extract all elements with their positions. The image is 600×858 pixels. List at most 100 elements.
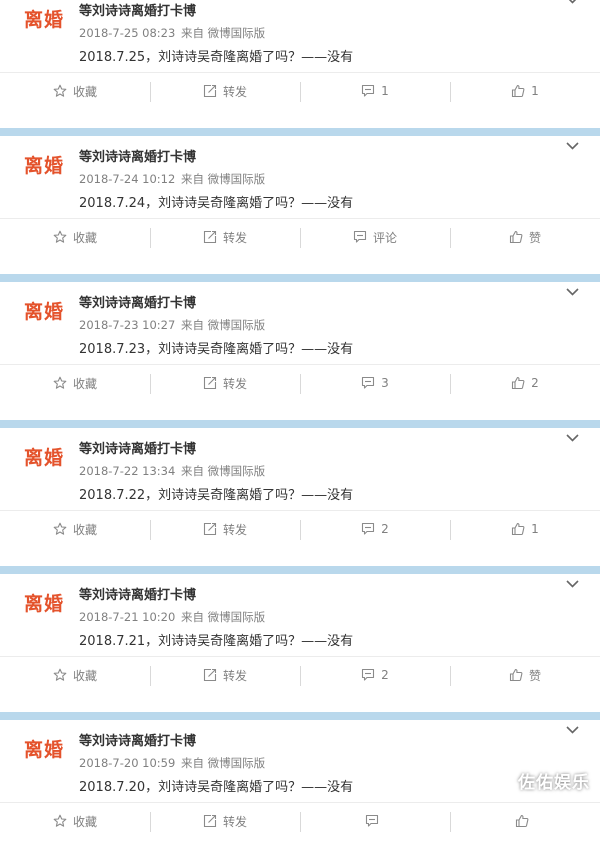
action-bar: 收藏 转发 2 赞: [0, 656, 600, 693]
favorite-button[interactable]: 收藏: [0, 365, 150, 401]
avatar[interactable]: 离婚: [19, 728, 69, 768]
share-icon: [203, 376, 217, 390]
avatar[interactable]: 离婚: [19, 0, 69, 38]
post-source: 来自 微博国际版: [180, 464, 266, 478]
post-time[interactable]: 2018-7-21 10:20: [79, 610, 175, 624]
star-icon: [53, 376, 67, 389]
comment-count: 2: [381, 668, 389, 682]
repost-button[interactable]: 转发: [150, 73, 300, 109]
post-card: 离婚 等刘诗诗离婚打卡博 2018-7-22 13:34 来自 微博国际版 20…: [0, 428, 600, 566]
repost-label: 转发: [222, 376, 247, 391]
post-card: 离婚 等刘诗诗离婚打卡博 2018-7-25 08:23 来自 微博国际版 20…: [0, 0, 600, 128]
post-text: 2018.7.22，刘诗诗吴奇隆离婚了吗？——没有: [79, 488, 354, 503]
favorite-label: 收藏: [72, 230, 97, 245]
chevron-down-icon[interactable]: [562, 576, 582, 592]
comment-button[interactable]: 2: [300, 511, 450, 547]
post-source: 来自 微博国际版: [180, 26, 266, 40]
chevron-down-icon[interactable]: [562, 722, 582, 738]
favorite-button[interactable]: 收藏: [0, 219, 150, 255]
action-bar: 收藏 转发: [0, 802, 600, 839]
comment-button[interactable]: 1: [300, 73, 450, 109]
post-time[interactable]: 2018-7-23 10:27: [79, 318, 175, 332]
post-card: 离婚 等刘诗诗离婚打卡博 2018-7-21 10:20 来自 微博国际版 20…: [0, 574, 600, 712]
post-text: 2018.7.23，刘诗诗吴奇隆离婚了吗？——没有: [79, 342, 354, 357]
favorite-label: 收藏: [72, 84, 97, 99]
share-icon: [203, 814, 217, 828]
watermark: 佐佑娱乐: [518, 773, 590, 793]
thumbs-up-icon: [512, 522, 525, 536]
chevron-down-icon[interactable]: [562, 0, 582, 8]
like-button[interactable]: 1: [450, 511, 600, 547]
username[interactable]: 等刘诗诗离婚打卡博: [79, 584, 196, 603]
like-button[interactable]: 1: [450, 73, 600, 109]
like-button[interactable]: 2: [450, 365, 600, 401]
comment-button[interactable]: 评论: [300, 219, 450, 255]
repost-label: 转发: [222, 814, 247, 829]
like-count: 2: [531, 376, 539, 390]
star-icon: [53, 668, 67, 681]
favorite-label: 收藏: [72, 522, 97, 537]
favorite-label: 收藏: [72, 814, 97, 829]
like-button[interactable]: [450, 803, 600, 839]
avatar[interactable]: 离婚: [19, 436, 69, 476]
favorite-button[interactable]: 收藏: [0, 73, 150, 109]
thumbs-up-icon: [515, 814, 529, 828]
comment-icon: [362, 668, 375, 681]
chevron-down-icon[interactable]: [562, 284, 582, 300]
action-bar: 收藏 转发 3 2: [0, 364, 600, 401]
chevron-down-icon[interactable]: [562, 138, 582, 154]
comment-icon: [365, 814, 379, 827]
repost-button[interactable]: 转发: [150, 511, 300, 547]
share-icon: [203, 522, 217, 536]
favorite-button[interactable]: 收藏: [0, 803, 150, 839]
like-count: 1: [531, 522, 539, 536]
post-time[interactable]: 2018-7-22 13:34: [79, 464, 175, 478]
favorite-button[interactable]: 收藏: [0, 657, 150, 693]
comment-icon: [353, 230, 367, 243]
share-icon: [203, 84, 217, 98]
post-meta: 2018-7-20 10:59 来自 微博国际版: [79, 755, 265, 771]
action-bar: 收藏 转发 1 1: [0, 72, 600, 109]
favorite-button[interactable]: 收藏: [0, 511, 150, 547]
post-meta: 2018-7-21 10:20 来自 微博国际版: [79, 609, 265, 625]
action-bar: 收藏 转发 2 1: [0, 510, 600, 547]
share-icon: [203, 668, 217, 682]
repost-button[interactable]: 转发: [150, 219, 300, 255]
post-time[interactable]: 2018-7-25 08:23: [79, 26, 175, 40]
avatar-text: 离婚: [23, 592, 64, 615]
star-icon: [53, 814, 67, 827]
username[interactable]: 等刘诗诗离婚打卡博: [79, 0, 196, 19]
comment-button[interactable]: 2: [300, 657, 450, 693]
avatar[interactable]: 离婚: [19, 582, 69, 622]
avatar-text: 离婚: [23, 446, 64, 469]
repost-button[interactable]: 转发: [150, 803, 300, 839]
username[interactable]: 等刘诗诗离婚打卡博: [79, 730, 196, 749]
repost-button[interactable]: 转发: [150, 657, 300, 693]
post-source: 来自 微博国际版: [180, 756, 266, 770]
post-time[interactable]: 2018-7-20 10:59: [79, 756, 175, 770]
post-time[interactable]: 2018-7-24 10:12: [79, 172, 175, 186]
post-text: 2018.7.24，刘诗诗吴奇隆离婚了吗？——没有: [79, 196, 354, 211]
username[interactable]: 等刘诗诗离婚打卡博: [79, 438, 196, 457]
avatar[interactable]: 离婚: [19, 290, 69, 330]
avatar[interactable]: 离婚: [19, 144, 69, 184]
username[interactable]: 等刘诗诗离婚打卡博: [79, 146, 196, 165]
repost-button[interactable]: 转发: [150, 365, 300, 401]
favorite-label: 收藏: [72, 376, 97, 391]
chevron-down-icon[interactable]: [562, 430, 582, 446]
like-button[interactable]: 赞: [450, 219, 600, 255]
avatar-text: 离婚: [23, 8, 64, 31]
like-button[interactable]: 赞: [450, 657, 600, 693]
post-source: 来自 微博国际版: [180, 318, 266, 332]
repost-label: 转发: [222, 230, 247, 245]
comment-button[interactable]: [300, 803, 450, 839]
username[interactable]: 等刘诗诗离婚打卡博: [79, 292, 196, 311]
comment-button[interactable]: 3: [300, 365, 450, 401]
like-count: 1: [531, 84, 539, 98]
post-source: 来自 微博国际版: [180, 610, 266, 624]
favorite-label: 收藏: [72, 668, 97, 683]
repost-label: 转发: [222, 522, 247, 537]
avatar-text: 离婚: [23, 154, 64, 177]
comment-icon: [362, 376, 375, 389]
comment-count: 1: [381, 84, 389, 98]
